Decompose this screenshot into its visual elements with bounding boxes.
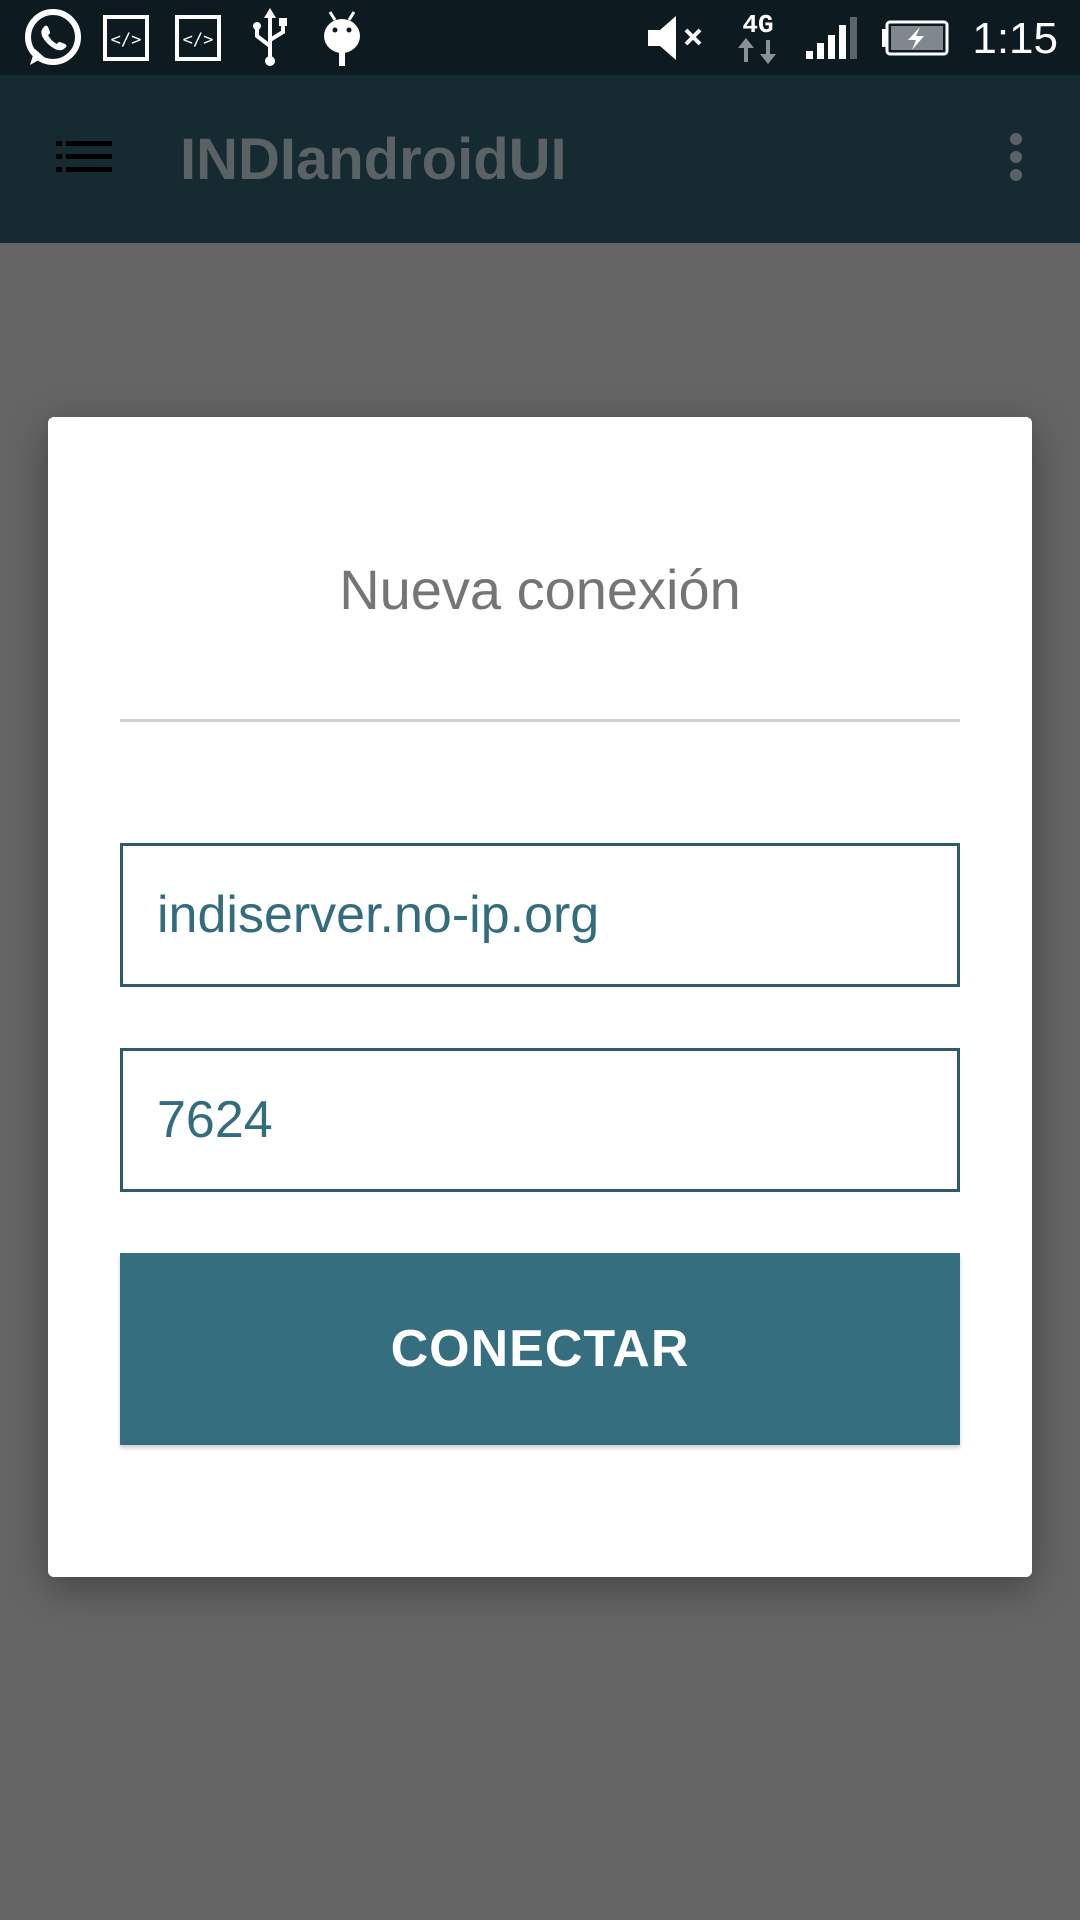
port-input[interactable] [123, 1051, 957, 1189]
status-time: 1:15 [972, 14, 1058, 63]
signal-icon [802, 0, 864, 75]
host-field[interactable] [120, 843, 960, 987]
network-4g-icon: 4G [728, 0, 788, 75]
dialog-divider [120, 719, 960, 722]
app-title: INDIandroidUI [180, 127, 567, 192]
android-icon [316, 0, 368, 75]
overflow-menu-button[interactable] [980, 119, 1052, 199]
mute-icon [645, 0, 707, 75]
whatsapp-icon [20, 0, 86, 75]
list-menu-icon [56, 139, 112, 180]
svg-text:</>: </> [111, 30, 142, 50]
usb-icon [244, 0, 296, 75]
network-label: 4G [742, 9, 774, 40]
port-field[interactable] [120, 1048, 960, 1192]
host-input[interactable] [123, 846, 957, 984]
more-vert-icon [1009, 132, 1023, 187]
drawer-menu-button[interactable] [40, 119, 128, 199]
battery-charging-icon [880, 0, 950, 75]
new-connection-dialog: Nueva conexión CONECTAR [48, 417, 1032, 1577]
dialog-title: Nueva conexión [339, 558, 741, 621]
connect-button[interactable]: CONECTAR [120, 1253, 960, 1445]
code-icon: </> [172, 0, 224, 75]
code-icon: </> [100, 0, 152, 75]
svg-text:</>: </> [183, 30, 214, 50]
app-bar: INDIandroidUI [0, 75, 1080, 243]
status-bar: </> </> 4G 1:15 [0, 0, 1080, 75]
